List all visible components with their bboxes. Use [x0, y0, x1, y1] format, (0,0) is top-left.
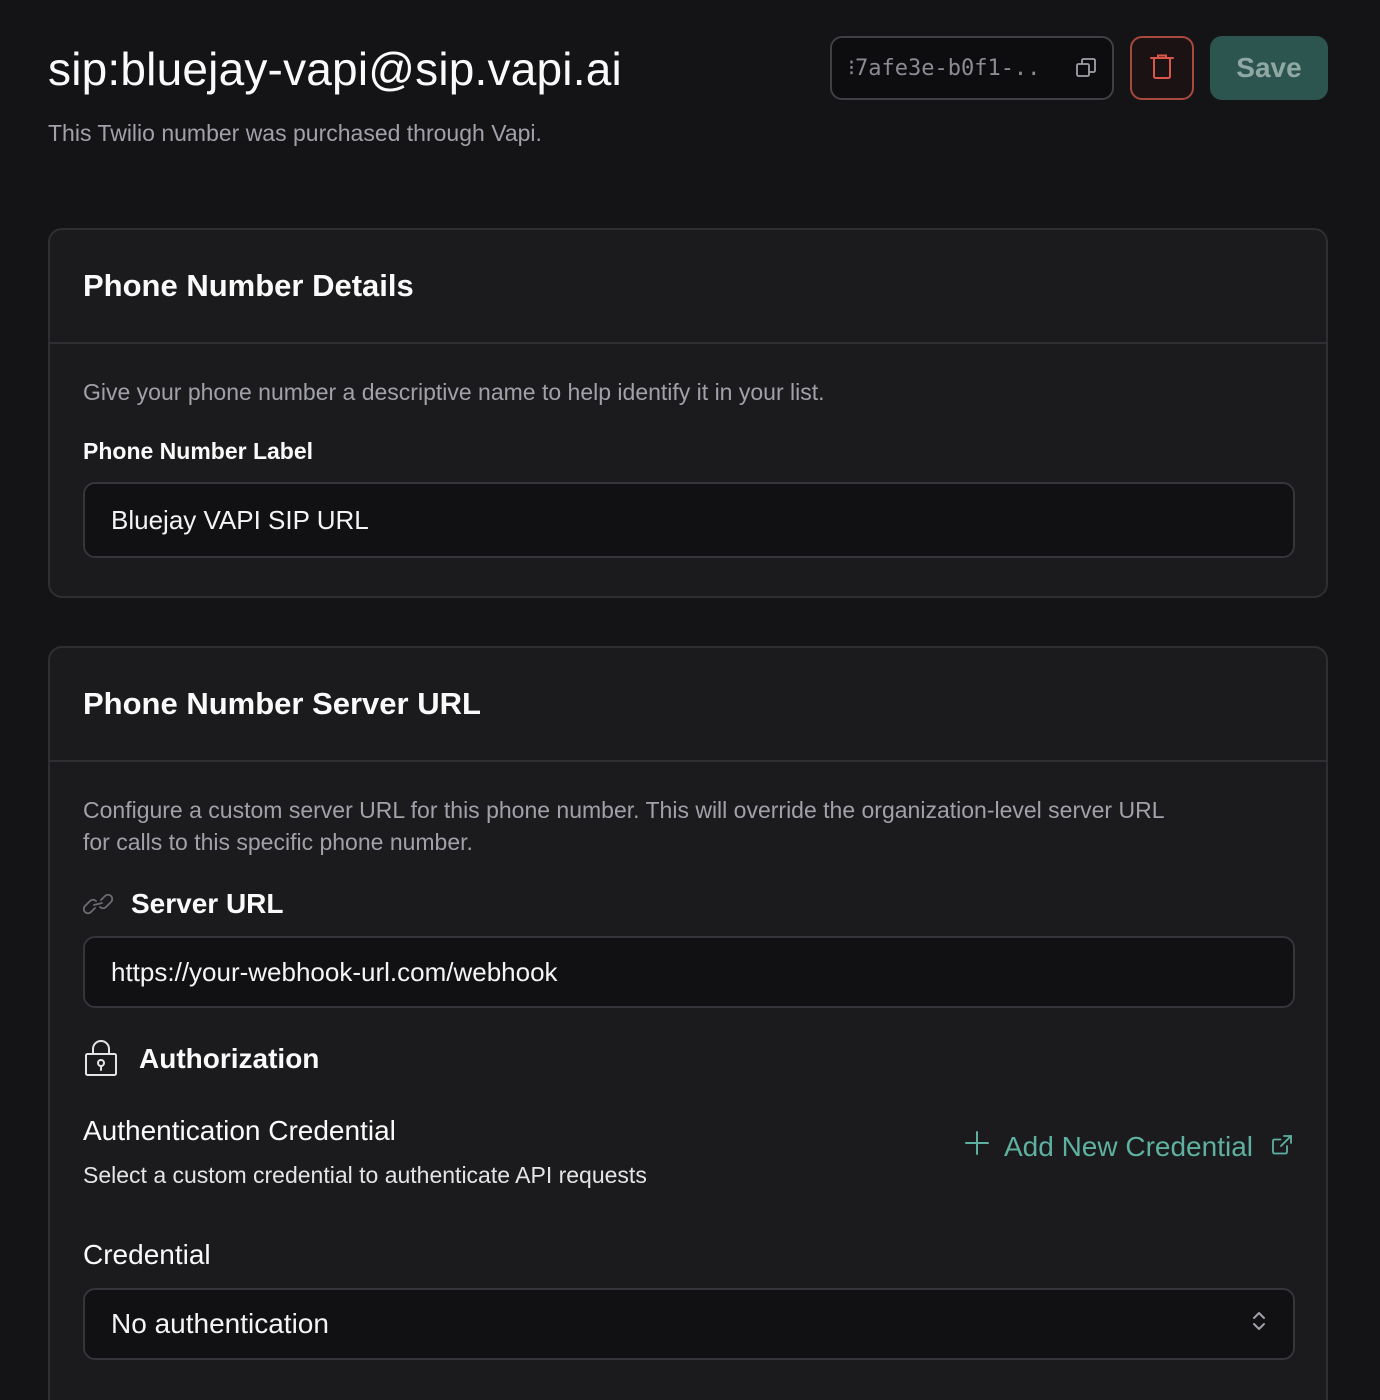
authorization-heading: Authorization	[83, 1040, 1293, 1078]
plus-icon	[964, 1130, 990, 1163]
server-description-line1: Configure a custom server URL for this p…	[83, 797, 1165, 823]
card-body: Give your phone number a descriptive nam…	[50, 376, 1326, 558]
server-url-heading: Server URL	[83, 888, 1293, 920]
phone-number-label-input[interactable]: Bluejay VAPI SIP URL	[83, 482, 1295, 558]
delete-button[interactable]	[1130, 36, 1194, 100]
phone-number-details-card: Phone Number Details Give your phone num…	[48, 228, 1328, 598]
auth-credential-description: Select a custom credential to authentica…	[83, 1162, 647, 1188]
card-header: Phone Number Details	[50, 230, 1326, 344]
credential-selected-value: No authentication	[111, 1308, 329, 1339]
server-url-input[interactable]: https://your-webhook-url.com/webhook	[83, 936, 1295, 1008]
card-header: Phone Number Server URL	[50, 648, 1326, 762]
phone-id-value: ⁝7afe3e-b0f1-..	[848, 55, 1041, 81]
credential-select[interactable]: No authentication	[83, 1288, 1295, 1360]
phone-number-server-url-card: Phone Number Server URL Configure a cust…	[48, 646, 1328, 1400]
authorization-label: Authorization	[139, 1043, 320, 1074]
link-icon	[83, 892, 113, 916]
phone-id-field[interactable]: ⁝7afe3e-b0f1-..	[830, 36, 1114, 100]
add-new-credential-label: Add New Credential	[1003, 1130, 1253, 1162]
page-title: sip:bluejay-vapi@sip.vapi.ai	[48, 43, 622, 95]
server-description-line2: for calls to this specific phone number.	[83, 829, 473, 855]
server-url-label: Server URL	[131, 888, 284, 919]
card-title: Phone Number Server URL	[83, 686, 481, 721]
card-title: Phone Number Details	[83, 268, 414, 303]
add-new-credential-link[interactable]: Add New Credential	[964, 1130, 1293, 1163]
copy-icon[interactable]	[1074, 56, 1098, 80]
card-body: Configure a custom server URL for this p…	[50, 794, 1326, 1360]
details-description: Give your phone number a descriptive nam…	[83, 379, 825, 405]
save-button[interactable]: Save	[1210, 36, 1328, 100]
credential-label: Credential	[83, 1239, 211, 1270]
chevron-updown-icon	[1251, 1308, 1267, 1340]
external-link-icon	[1271, 1131, 1293, 1163]
lock-icon	[83, 1040, 119, 1078]
page: sip:bluejay-vapi@sip.vapi.ai This Twilio…	[0, 0, 1380, 1400]
page-subtitle: This Twilio number was purchased through…	[48, 120, 542, 146]
trash-icon	[1149, 53, 1175, 84]
phone-number-label-title: Phone Number Label	[83, 438, 314, 464]
auth-credential-row: Authentication Credential Select a custo…	[83, 1114, 1293, 1194]
